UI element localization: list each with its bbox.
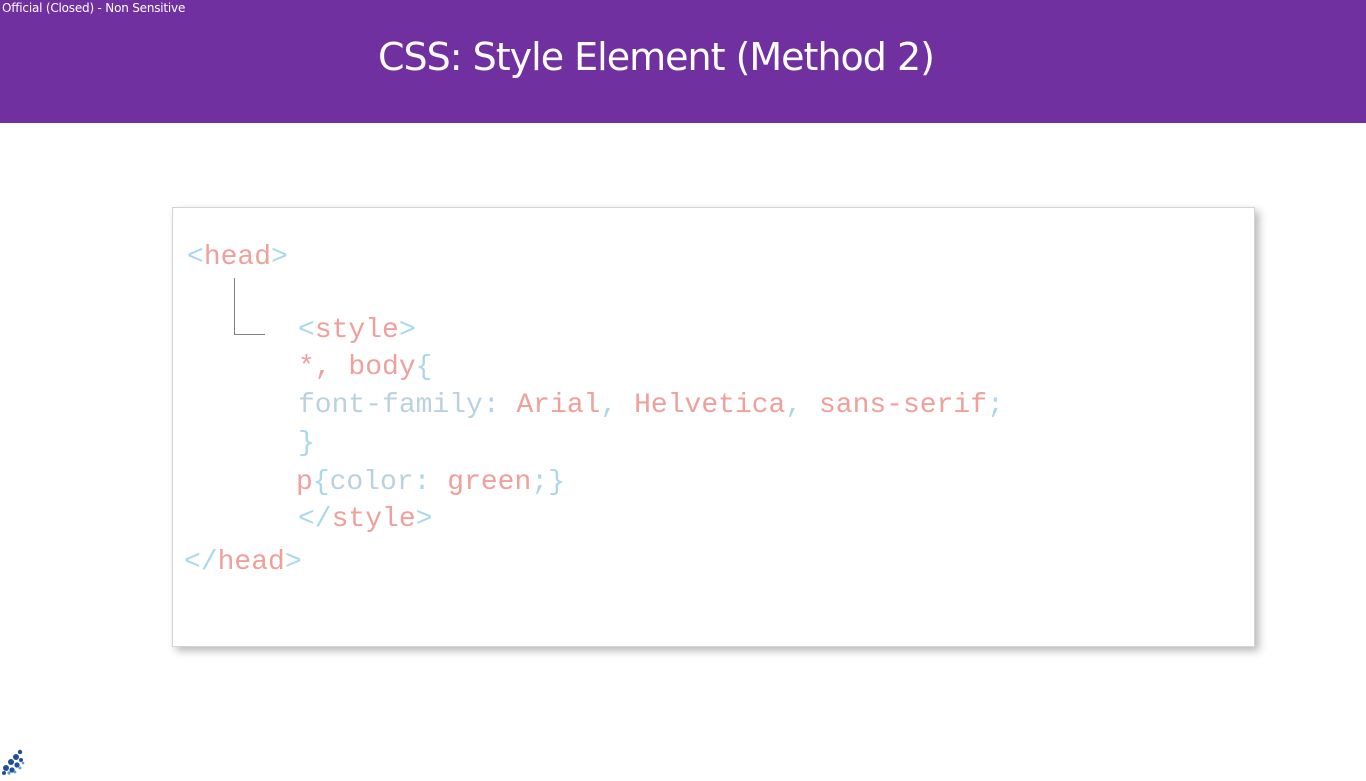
- terminator: ;: [531, 467, 549, 498]
- tree-connector-line: [234, 278, 265, 335]
- css-property: font-family: [298, 390, 483, 421]
- tag-name: style: [314, 315, 399, 346]
- tag-name: head: [203, 242, 272, 273]
- bracket-close: >: [284, 547, 302, 578]
- code-line-close-brace: }: [298, 427, 315, 461]
- css-value: green: [447, 467, 532, 498]
- separator: ,: [785, 390, 803, 421]
- header-bar: Official (Closed) - Non Sensitive CSS: S…: [0, 0, 1366, 123]
- css-value: Arial: [516, 390, 601, 421]
- css-value: Helvetica: [634, 390, 786, 421]
- colon: :: [482, 390, 500, 421]
- css-selector: *, body: [298, 352, 416, 383]
- tag-name: style: [331, 504, 416, 535]
- code-line-style-open: <style>: [298, 314, 416, 348]
- bracket-open: </: [298, 504, 332, 535]
- bracket-open: <: [187, 242, 204, 273]
- bracket-close: >: [398, 315, 416, 346]
- code-line-head-close: </head>: [184, 546, 302, 580]
- tag-name: head: [217, 547, 285, 578]
- slide-title: CSS: Style Element (Method 2): [377, 35, 935, 79]
- code-line-style-close: </style>: [298, 503, 432, 537]
- code-line-head-open: <head>: [187, 241, 288, 275]
- bracket-close: >: [271, 242, 288, 273]
- code-panel: [172, 207, 1255, 647]
- classification-label: Official (Closed) - Non Sensitive: [2, 1, 186, 15]
- code-line-selector: *, body{: [298, 351, 432, 385]
- bracket-open: </: [184, 547, 218, 578]
- separator: ,: [600, 390, 618, 421]
- code-line-declaration: font-family: Arial, Helvetica, sans-seri…: [298, 389, 1004, 423]
- terminator: ;: [987, 390, 1004, 421]
- institution-logo-icon: [0, 748, 26, 776]
- open-brace: {: [312, 467, 330, 498]
- close-brace: }: [298, 428, 315, 459]
- open-brace: {: [415, 352, 433, 383]
- code-line-p-rule: p{color: green;}: [296, 466, 565, 500]
- css-value: sans-serif: [818, 390, 987, 421]
- css-selector: p: [296, 467, 313, 498]
- bracket-open: <: [298, 315, 315, 346]
- colon: :: [413, 467, 431, 498]
- close-brace: }: [548, 467, 565, 498]
- css-property: color: [329, 467, 414, 498]
- bracket-close: >: [415, 504, 433, 535]
